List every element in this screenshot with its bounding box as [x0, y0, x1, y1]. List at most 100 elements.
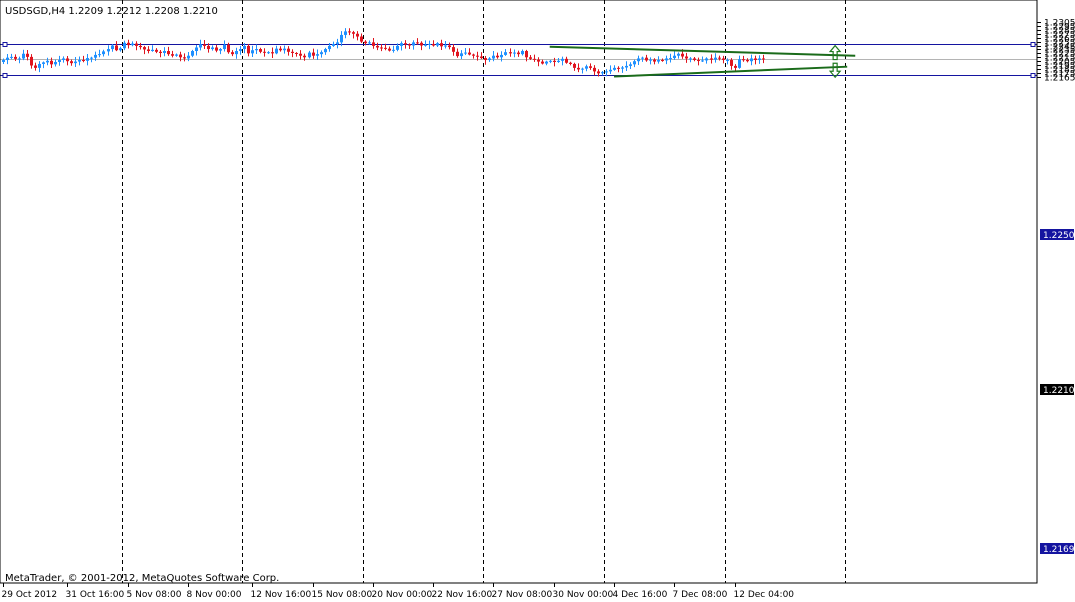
current-price-label: 1.2210 [1043, 386, 1075, 396]
candle-body [649, 59, 652, 61]
candle-body [187, 55, 190, 59]
candle-body [617, 67, 620, 69]
candle-body [521, 51, 524, 55]
candle-body [762, 58, 765, 60]
candle-body [452, 47, 455, 52]
candle-body [553, 60, 556, 62]
candle-body [54, 61, 57, 65]
candle-body [203, 44, 206, 46]
time-tick-label: 7 Dec 08:00 [673, 590, 728, 600]
time-tick-label: 27 Nov 08:00 [492, 590, 553, 600]
candle-body [239, 49, 242, 52]
candle-body [38, 63, 41, 68]
candle-body [581, 68, 584, 70]
candle-body [183, 57, 186, 59]
candle-body [484, 58, 487, 61]
candle-body [669, 58, 672, 60]
candle-body [22, 53, 25, 59]
candle-body [657, 60, 660, 62]
candle-body [504, 52, 507, 55]
candle-body [738, 59, 741, 68]
candle-body [135, 43, 138, 46]
candle-body [299, 53, 302, 56]
candle-body [107, 49, 110, 52]
candle-body [312, 52, 315, 56]
candle-body [492, 55, 495, 59]
candle-body [577, 67, 580, 70]
candle-body [677, 53, 680, 56]
candle-body [316, 54, 319, 56]
candle-body [404, 43, 407, 45]
candle-body [714, 57, 717, 60]
candle-body [295, 52, 298, 54]
candle-body [34, 65, 37, 68]
candle-body [689, 58, 692, 60]
candle-body [275, 48, 278, 54]
candle-body [191, 51, 194, 56]
candle-body [513, 52, 516, 54]
candle-body [750, 58, 753, 62]
level-handle-left[interactable] [2, 73, 8, 78]
candle-body [119, 48, 122, 51]
candle-body [215, 47, 218, 51]
candle-body [207, 45, 210, 50]
level-handle-right[interactable] [1030, 73, 1036, 78]
candle-body [509, 52, 512, 54]
candle-body [734, 65, 737, 68]
candle-body [472, 54, 475, 56]
candle-body [517, 52, 520, 55]
price-chart[interactable]: 1.23051.22951.22851.22751.22651.22551.22… [0, 0, 1075, 602]
candle-body [255, 49, 258, 51]
time-tick-label: 22 Nov 16:00 [432, 590, 493, 600]
level-handle-left[interactable] [2, 42, 8, 47]
candle-body [175, 54, 178, 56]
candle-body [263, 51, 266, 53]
candle-body [585, 66, 588, 69]
candle-body [211, 47, 214, 50]
candle-body [537, 59, 540, 62]
candle-body [151, 49, 154, 52]
level-handle-right[interactable] [1030, 42, 1036, 47]
candle-body [2, 60, 5, 62]
candle-body [303, 55, 306, 58]
candle-body [681, 53, 684, 57]
candle-body [332, 43, 335, 46]
candle-body [609, 69, 612, 72]
candle-body [533, 58, 536, 60]
candle-body [525, 51, 528, 58]
candle-body [633, 61, 636, 65]
candle-body [247, 45, 250, 54]
candle-body [605, 71, 608, 73]
candle-body [159, 51, 162, 53]
candle-body [66, 58, 69, 62]
candle-body [746, 60, 749, 62]
candle-body [147, 49, 150, 52]
candle-body [464, 52, 467, 54]
candle-body [392, 49, 395, 51]
candle-body [569, 62, 572, 64]
time-tick-label: 31 Oct 16:00 [66, 590, 125, 600]
candle-body [171, 54, 174, 56]
candle-body [14, 56, 17, 59]
candle-body [573, 63, 576, 68]
candle-body [549, 60, 552, 62]
candle-body [74, 61, 77, 64]
copyright-label: MetaTrader, © 2001-2012, MetaQuotes Soft… [5, 573, 279, 584]
time-tick-label: 29 Oct 2012 [2, 590, 58, 600]
candle-body [235, 51, 238, 55]
time-tick-label: 12 Nov 16:00 [251, 590, 312, 600]
candle-body [62, 58, 65, 61]
candle-body [243, 45, 246, 50]
candle-body [428, 43, 431, 45]
price-tick-label: 1.2165 [1044, 74, 1075, 84]
candle-body [412, 42, 415, 46]
candle-body [291, 51, 294, 53]
candle-body [629, 64, 632, 66]
candle-body [565, 58, 568, 63]
candle-body [758, 58, 761, 61]
candle-body [227, 44, 230, 53]
candle-body [111, 45, 114, 50]
candle-body [123, 42, 126, 49]
candle-body [613, 67, 616, 70]
candle-body [436, 43, 439, 46]
